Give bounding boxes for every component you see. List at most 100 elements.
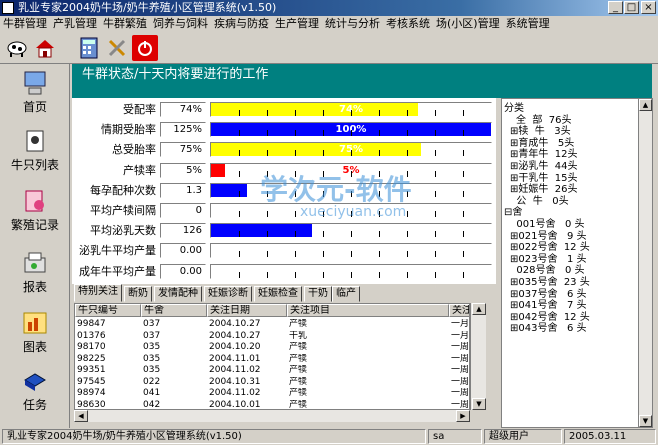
nav-tasks-label: 任务 — [22, 398, 47, 412]
stat-row: 情期受胎率 125%100% — [72, 121, 496, 138]
tools-icon[interactable] — [104, 35, 130, 61]
menu-system[interactable]: 系统管理 — [503, 16, 553, 32]
table-vertical-scrollbar[interactable]: ▲ ▼ — [470, 303, 486, 410]
tree-node[interactable]: ⊟舍 — [504, 207, 522, 218]
column-header[interactable]: 关注日期 — [207, 304, 287, 317]
scroll-up-icon[interactable]: ▲ — [472, 303, 486, 315]
table-cell: 035 — [143, 365, 161, 375]
tree-node[interactable]: ⊞041号舍 7 头 — [510, 300, 587, 311]
bar-tick — [435, 211, 436, 217]
tree-scroll-up-icon[interactable]: ▲ — [639, 99, 652, 111]
tab-dry-off[interactable]: 干奶 — [304, 286, 332, 302]
menu-production[interactable]: 生产管理 — [272, 16, 322, 32]
tree-node[interactable]: ⊞042号舍 12 头 — [510, 312, 590, 323]
bar-tick — [267, 271, 268, 278]
nav-breeding[interactable]: 繁殖记录 — [0, 188, 70, 233]
stat-value: 1.3 — [160, 182, 206, 198]
tree-node[interactable]: 全 部 76头 — [516, 115, 571, 126]
table-cell: 035 — [143, 353, 161, 364]
bar-tick — [267, 211, 268, 217]
table-cell: 98974 — [77, 388, 106, 398]
bar-tick — [463, 190, 464, 197]
menu-assessment[interactable]: 考核系统 — [383, 16, 433, 32]
bar-tick — [267, 231, 268, 238]
tree-scroll-down-icon[interactable]: ▼ — [639, 415, 652, 427]
nav-reports[interactable]: 报表 — [0, 250, 70, 295]
tree-node[interactable]: 分类 — [504, 103, 524, 114]
category-tree: 分类全 部 76头 ⊞犊 牛 3头 ⊞育成牛 5头 ⊞青年牛 12头 ⊞泌乳牛 44头 ⊞… — [501, 98, 653, 428]
column-header[interactable]: 关注项目 — [287, 304, 449, 317]
table-cell: 2004.10.27 — [209, 319, 261, 329]
scroll-left-icon[interactable]: ◀ — [74, 410, 88, 422]
column-header[interactable]: 牛只编号 — [75, 304, 141, 317]
table-cell: 产犊 — [289, 365, 308, 375]
bar-tick — [407, 271, 408, 278]
bar-tick — [295, 231, 296, 238]
table-cell: 041 — [143, 388, 161, 398]
nav-tasks[interactable]: 任务 — [0, 368, 70, 413]
scroll-right-icon[interactable]: ▶ — [456, 410, 470, 422]
tab-special-attention[interactable]: 特别关注 — [74, 284, 122, 302]
menu-disease[interactable]: 疾病与防疫 — [211, 16, 272, 32]
tree-node[interactable]: ⊞妊娠牛 26头 — [510, 184, 577, 195]
stat-row: 成年牛平均产量 0.00 — [72, 263, 496, 280]
task-book-icon — [22, 368, 48, 394]
bar-tick — [351, 231, 352, 238]
tree-node[interactable]: 028号舍 0 头 — [510, 265, 584, 276]
scroll-down-icon[interactable]: ▼ — [472, 398, 486, 410]
tree-node[interactable]: ⊞021号舍 9 头 — [510, 231, 587, 242]
tree-vertical-scrollbar[interactable]: ▲ ▼ — [638, 99, 652, 427]
tab-weaning[interactable]: 断奶 — [124, 286, 152, 302]
tree-node[interactable]: ⊞023号舍 1 头 — [510, 254, 587, 265]
tree-node[interactable]: 公 牛 0头 — [510, 196, 568, 207]
bar-tick — [435, 130, 436, 137]
column-header[interactable]: 牛舍 — [141, 304, 207, 317]
bar-tick — [407, 150, 408, 157]
menu-statistics[interactable]: 统计与分析 — [322, 16, 383, 32]
menu-farm[interactable]: 场(小区)管理 — [433, 16, 503, 32]
tab-estrus-breeding[interactable]: 发情配种 — [154, 286, 202, 302]
tree-node[interactable]: 001号舍 0 头 — [510, 219, 584, 230]
tree-node[interactable]: ⊞育成牛 5头 — [510, 138, 574, 149]
table-cell: 2004.11.02 — [209, 365, 261, 375]
stat-label: 产犊率 — [123, 163, 156, 177]
nav-charts[interactable]: 图表 — [0, 310, 70, 355]
close-button[interactable]: × — [641, 1, 656, 14]
menu-milk[interactable]: 产乳管理 — [50, 16, 100, 32]
menu-breeding[interactable]: 牛群繁殖 — [100, 16, 150, 32]
attention-tabs: 特别关注 断奶 发情配种 妊娠诊断 妊娠检查 干奶 临产 — [72, 284, 496, 302]
nav-cow-list[interactable]: 牛只列表 — [0, 128, 70, 173]
stat-bar-fill — [211, 183, 248, 197]
tree-node[interactable]: ⊞青年牛 12头 — [510, 149, 577, 160]
tree-node[interactable]: ⊞泌乳牛 44头 — [510, 161, 577, 172]
tree-node[interactable]: ⊞035号舍 23 头 — [510, 277, 590, 288]
bar-tick — [295, 110, 296, 116]
minimize-button[interactable]: _ — [608, 1, 623, 14]
cow-list-icon — [22, 128, 48, 154]
tab-pregnancy-check[interactable]: 妊娠检查 — [254, 286, 302, 302]
maximize-button[interactable]: □ — [624, 1, 639, 14]
tree-node[interactable]: ⊞犊 牛 3头 — [510, 126, 571, 137]
bar-tick — [407, 130, 408, 137]
power-icon[interactable] — [132, 35, 158, 61]
tree-node[interactable]: ⊞干乳牛 15头 — [510, 173, 577, 184]
tree-node[interactable]: ⊞022号舍 12 头 — [510, 242, 590, 253]
table-horizontal-scrollbar[interactable]: ◀ ▶ — [74, 410, 470, 422]
calculator-icon[interactable] — [76, 35, 102, 61]
nav-home[interactable]: 首页 — [0, 70, 70, 115]
nav-charts-label: 图表 — [22, 340, 47, 354]
table-cell: 2004.11.01 — [209, 353, 261, 364]
bar-tick — [267, 130, 268, 137]
tree-node[interactable]: ⊞043号舍 6 头 — [510, 323, 587, 334]
window-title: 乳业专家2004奶牛场/奶牛养殖小区管理系统(v1.50) — [18, 1, 277, 14]
tab-calving-soon[interactable]: 临产 — [332, 286, 360, 302]
table-cell: 037 — [143, 319, 161, 329]
tab-pregnancy-diagnosis[interactable]: 妊娠诊断 — [204, 286, 252, 302]
column-header[interactable]: 关注 — [449, 304, 469, 317]
menu-feed[interactable]: 饲养与饲料 — [150, 16, 211, 32]
menu-herd[interactable]: 牛群管理 — [0, 16, 50, 32]
home-icon[interactable] — [32, 35, 58, 61]
cow-icon[interactable] — [4, 35, 30, 61]
tree-node[interactable]: ⊞037号舍 6 头 — [510, 289, 587, 300]
stat-value: 5% — [160, 162, 206, 178]
